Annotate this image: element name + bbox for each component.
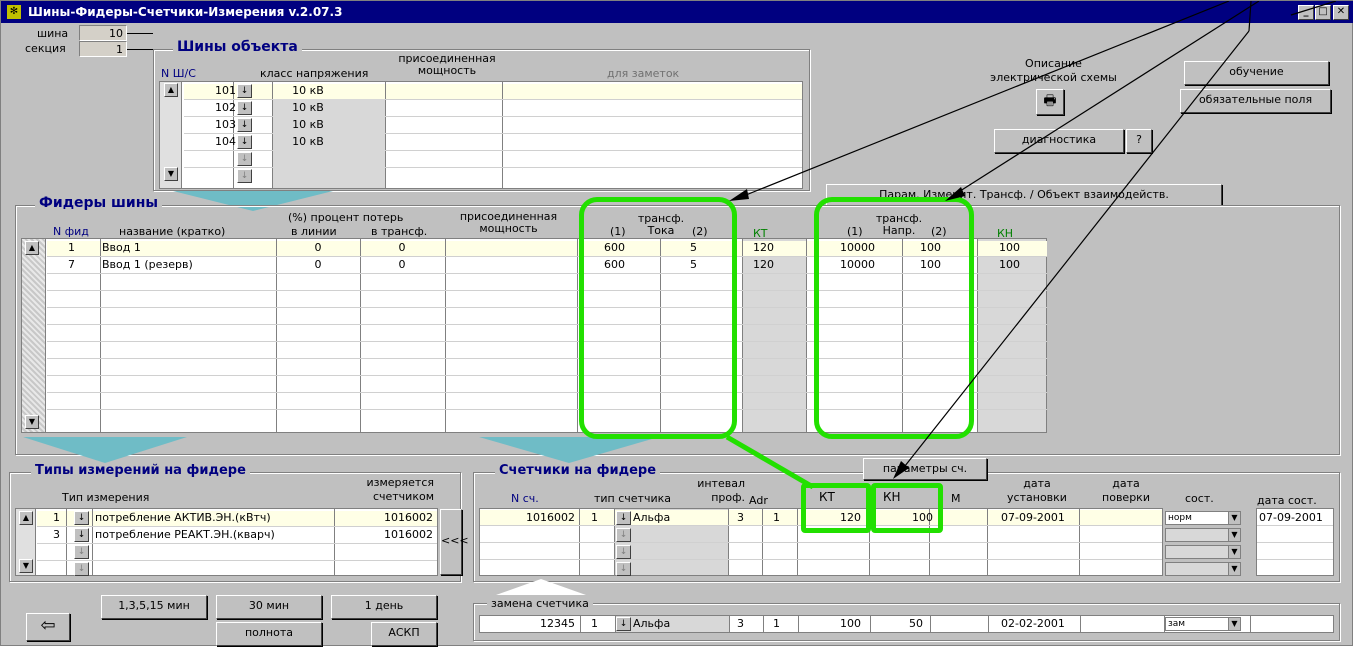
annotation-arrows [725,1,1337,490]
main-window: ✻ Шины-Фидеры-Счетчики-Измерения v.2.07.… [0,0,1353,646]
